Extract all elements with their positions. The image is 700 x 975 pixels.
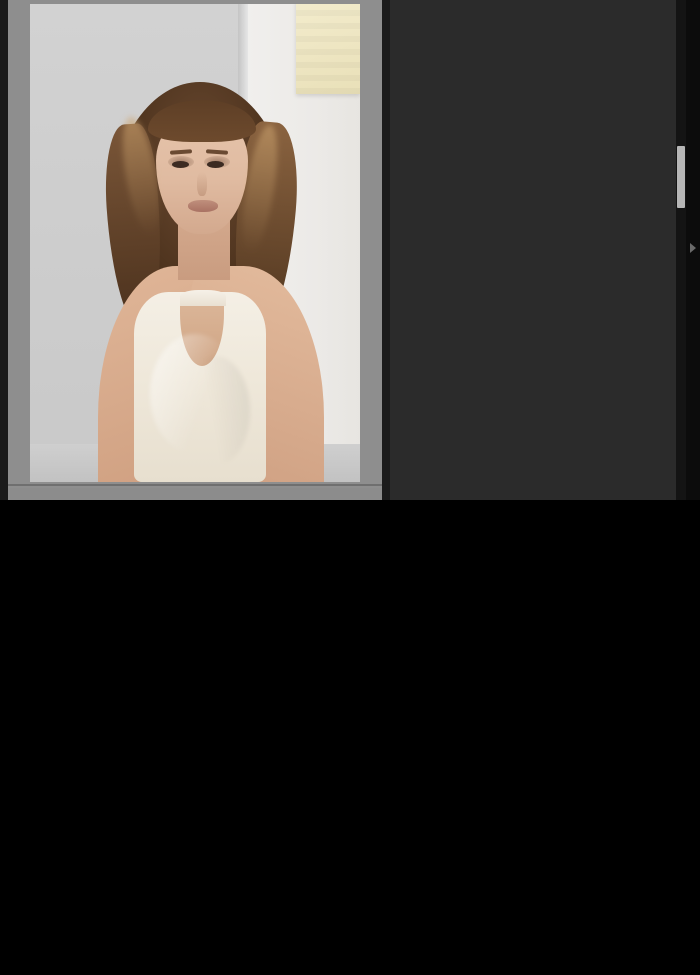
image-area-left-edge [0, 0, 8, 500]
subject-lips [188, 200, 218, 212]
subject-nose [197, 172, 207, 196]
panel-scrollbar-track[interactable] [676, 0, 686, 500]
develop-right-panel: ISO 400 58 mm f / 2.8 1/320 sec Original… [390, 0, 676, 500]
chevron-right-icon[interactable] [690, 243, 696, 253]
panel-scrollbar-thumb[interactable] [677, 146, 685, 208]
subject-eye-left [172, 161, 189, 168]
subject-garment-strap [180, 290, 226, 306]
image-preview-area[interactable] [0, 0, 390, 500]
photo-canvas[interactable] [30, 4, 360, 482]
subject-garment-fold-shadow [180, 356, 250, 466]
image-mat-bottom-line [8, 484, 382, 486]
photo-wall-frame [296, 4, 360, 94]
subject-eye-right [207, 161, 224, 168]
image-mat-bottom-strip [8, 488, 382, 500]
lightroom-develop-window: ISO 400 58 mm f / 2.8 1/320 sec Original… [0, 0, 700, 500]
image-area-right-edge [382, 0, 390, 500]
photo-wall-frame-texture [296, 4, 360, 94]
